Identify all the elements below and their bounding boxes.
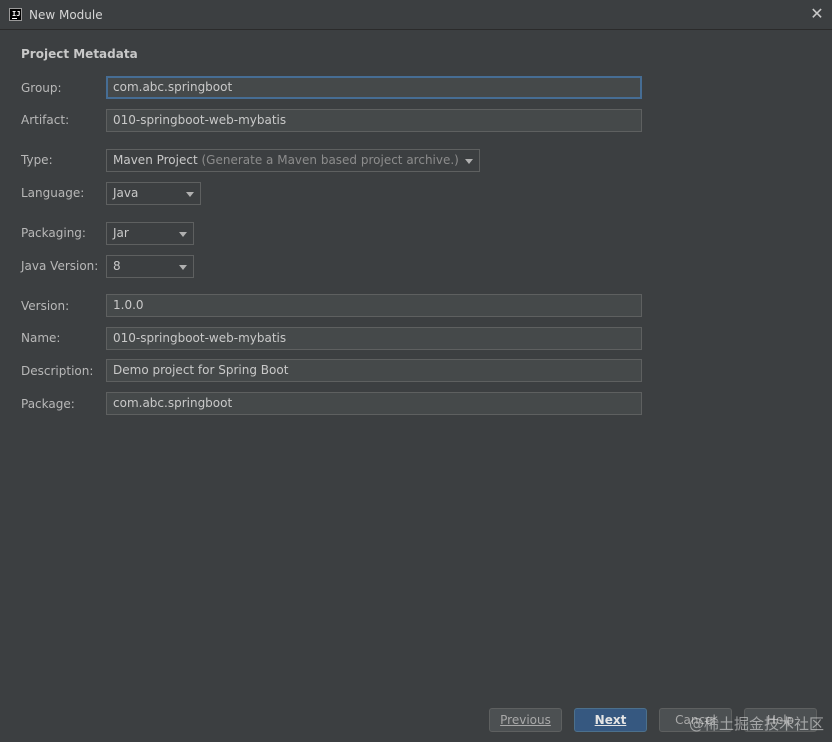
previous-button[interactable]: Previous bbox=[489, 708, 562, 732]
close-icon[interactable]: ✕ bbox=[809, 6, 825, 22]
watermark-text: @稀土掘金技术社区 bbox=[688, 715, 824, 733]
name-field[interactable]: 010-springboot-web-mybatis bbox=[106, 327, 642, 350]
java-version-value: 8 bbox=[113, 259, 121, 273]
java-version-dropdown[interactable]: 8 bbox=[106, 255, 194, 278]
package-field[interactable]: com.abc.springboot bbox=[106, 392, 642, 415]
artifact-field[interactable]: 010-springboot-web-mybatis bbox=[106, 109, 642, 132]
type-label: Type: bbox=[21, 153, 53, 167]
window-title: New Module bbox=[29, 8, 103, 22]
packaging-value: Jar bbox=[113, 226, 129, 240]
type-value: Maven Project bbox=[113, 153, 198, 167]
packaging-dropdown[interactable]: Jar bbox=[106, 222, 194, 245]
description-label: Description: bbox=[21, 364, 94, 378]
version-label: Version: bbox=[21, 299, 70, 313]
next-button-label: Next bbox=[594, 713, 627, 727]
language-value: Java bbox=[113, 186, 139, 200]
artifact-label: Artifact: bbox=[21, 113, 70, 127]
description-field[interactable]: Demo project for Spring Boot bbox=[106, 359, 642, 382]
previous-button-label: Previous bbox=[500, 713, 551, 727]
java-version-label: Java Version: bbox=[21, 259, 99, 273]
title-bar: IJ New Module ✕ bbox=[0, 0, 832, 30]
chevron-down-icon bbox=[465, 159, 473, 164]
group-label: Group: bbox=[21, 81, 62, 95]
packaging-label: Packaging: bbox=[21, 226, 86, 240]
version-field[interactable]: 1.0.0 bbox=[106, 294, 642, 317]
name-label: Name: bbox=[21, 331, 61, 345]
group-field[interactable]: com.abc.springboot bbox=[106, 76, 642, 99]
language-label: Language: bbox=[21, 186, 85, 200]
intellij-app-icon: IJ bbox=[9, 8, 22, 21]
chevron-down-icon bbox=[179, 232, 187, 237]
language-dropdown[interactable]: Java bbox=[106, 182, 201, 205]
section-title: Project Metadata bbox=[21, 47, 138, 61]
chevron-down-icon bbox=[186, 192, 194, 197]
next-button[interactable]: Next bbox=[574, 708, 647, 732]
type-hint: (Generate a Maven based project archive.… bbox=[201, 153, 459, 167]
chevron-down-icon bbox=[179, 265, 187, 270]
package-label: Package: bbox=[21, 397, 75, 411]
type-dropdown[interactable]: Maven Project (Generate a Maven based pr… bbox=[106, 149, 480, 172]
